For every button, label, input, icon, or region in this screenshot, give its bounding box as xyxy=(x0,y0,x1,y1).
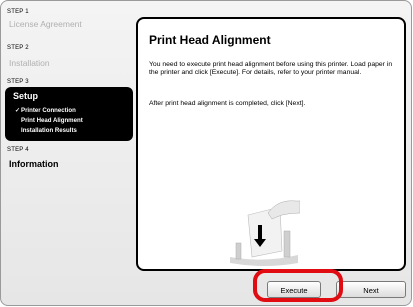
step2-label: STEP 2 xyxy=(7,45,29,51)
step1-label: STEP 1 xyxy=(7,9,29,15)
next-button[interactable]: Next xyxy=(336,281,406,298)
sidebar-subitem-label: Print Head Alignment xyxy=(21,117,83,124)
sidebar-item-setup: Setup ✓Printer Connection Print Head Ali… xyxy=(5,87,133,141)
content-panel: Print Head Alignment You need to execute… xyxy=(136,17,406,271)
execute-button[interactable]: Execute xyxy=(267,281,321,298)
next-instruction-text: After print head alignment is completed,… xyxy=(149,100,306,107)
sidebar-item-information[interactable]: Information xyxy=(9,159,59,169)
sidebar-subitem-label: Printer Connection xyxy=(21,107,76,114)
sidebar-item-installation[interactable]: Installation xyxy=(9,58,50,68)
installer-window: STEP 1 License Agreement STEP 2 Installa… xyxy=(0,0,412,306)
sidebar-item-license-agreement[interactable]: License Agreement xyxy=(9,19,82,29)
sidebar-subitem-label: Installation Results xyxy=(21,127,77,134)
sidebar-subitem-print-head-alignment: Print Head Alignment xyxy=(15,117,83,124)
step3-label: STEP 3 xyxy=(7,79,29,85)
page-title: Print Head Alignment xyxy=(149,33,271,47)
paper-load-icon xyxy=(230,197,301,267)
setup-title: Setup xyxy=(13,91,39,101)
sidebar-subitem-printer-connection: ✓Printer Connection xyxy=(15,107,76,114)
instruction-text: You need to execute print head alignment… xyxy=(149,61,393,77)
sidebar-subitem-installation-results: Installation Results xyxy=(15,127,77,134)
step4-label: STEP 4 xyxy=(7,147,29,153)
